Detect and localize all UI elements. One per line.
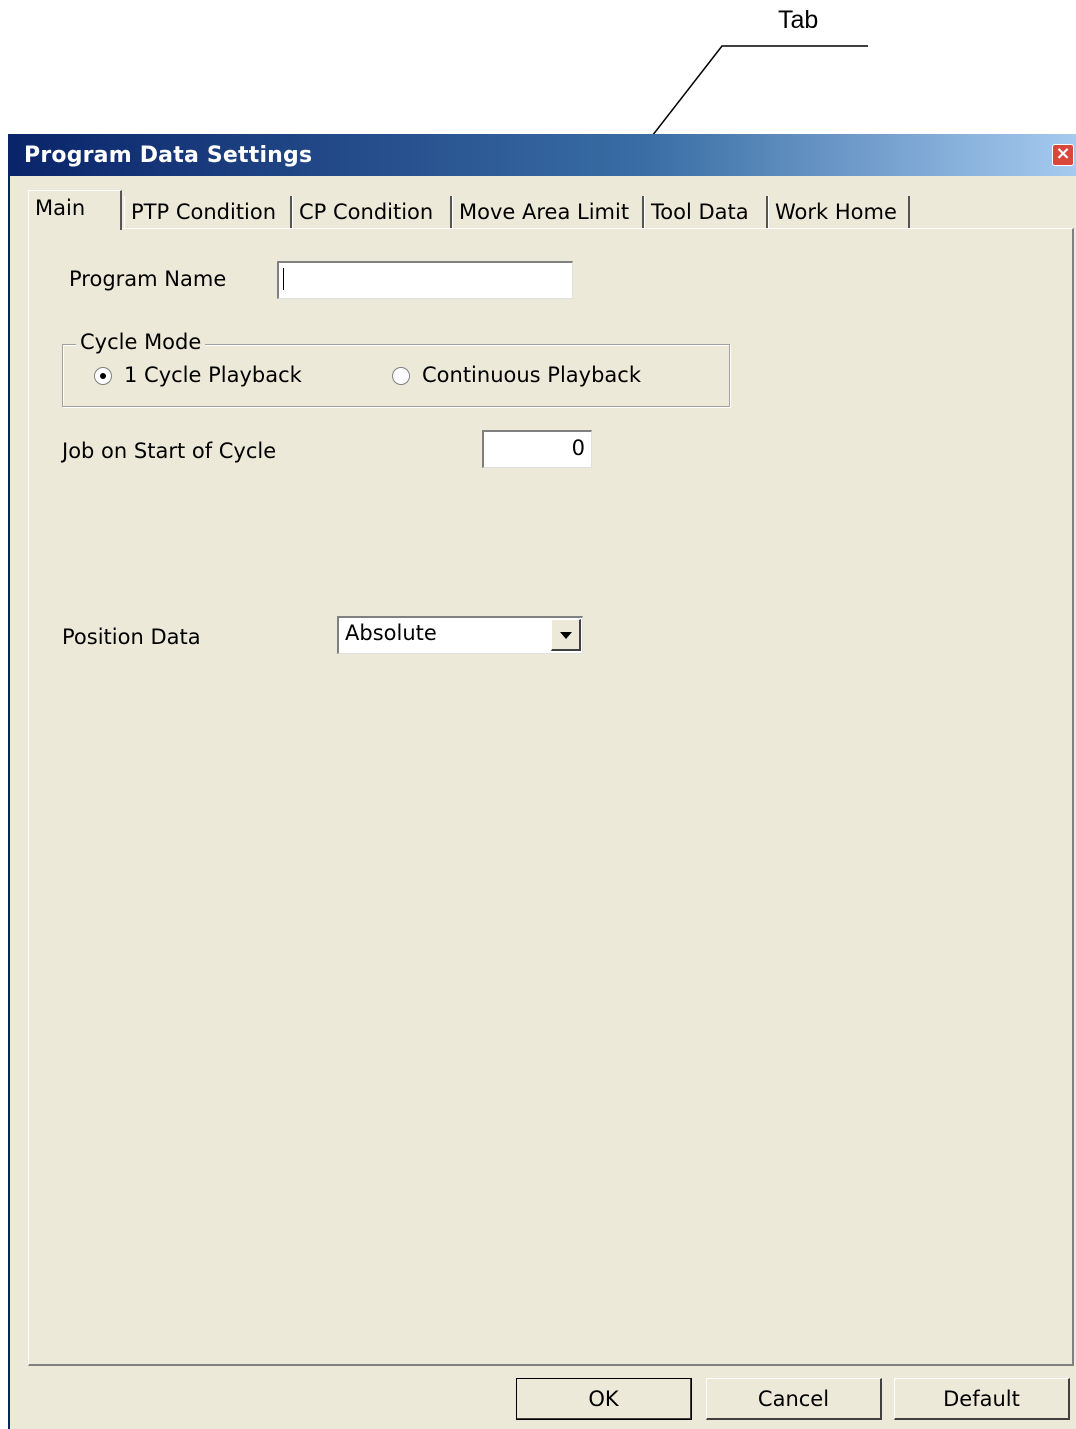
text-caret <box>283 268 284 290</box>
tab-main[interactable]: Main <box>28 190 122 230</box>
chevron-down-icon <box>560 632 572 639</box>
cycle-mode-legend: Cycle Mode <box>76 330 206 354</box>
tab-move-area-limit[interactable]: Move Area Limit <box>452 196 644 228</box>
radio-continuous-playback[interactable] <box>392 367 410 385</box>
radio-1-cycle-playback-label[interactable]: 1 Cycle Playback <box>124 363 302 387</box>
position-data-label: Position Data <box>62 625 201 649</box>
program-data-settings-dialog: Program Data Settings × Main PTP Conditi… <box>8 134 1076 1429</box>
title-bar[interactable]: Program Data Settings × <box>10 134 1076 176</box>
tab-work-home[interactable]: Work Home <box>768 196 910 228</box>
ok-button[interactable]: OK <box>516 1378 692 1420</box>
cancel-button[interactable]: Cancel <box>706 1378 882 1420</box>
tab-cp-condition[interactable]: CP Condition <box>292 196 452 228</box>
tab-tool-data[interactable]: Tool Data <box>644 196 768 228</box>
radio-1-cycle-playback[interactable] <box>94 367 112 385</box>
close-icon[interactable]: × <box>1052 144 1074 166</box>
dropdown-button[interactable] <box>551 619 581 651</box>
position-data-select[interactable]: Absolute <box>337 616 583 654</box>
program-name-label: Program Name <box>69 267 227 291</box>
tab-ptp-condition[interactable]: PTP Condition <box>124 196 292 228</box>
job-on-start-label: Job on Start of Cycle <box>62 439 277 463</box>
program-name-input[interactable] <box>277 261 573 299</box>
window-title: Program Data Settings <box>24 143 313 168</box>
position-data-value: Absolute <box>345 621 437 645</box>
job-on-start-input[interactable]: 0 <box>482 430 592 468</box>
default-button[interactable]: Default <box>894 1378 1070 1420</box>
callout-label-tab: Tab <box>778 6 819 34</box>
radio-continuous-playback-label[interactable]: Continuous Playback <box>422 363 641 387</box>
radio-selected-dot <box>100 373 106 379</box>
